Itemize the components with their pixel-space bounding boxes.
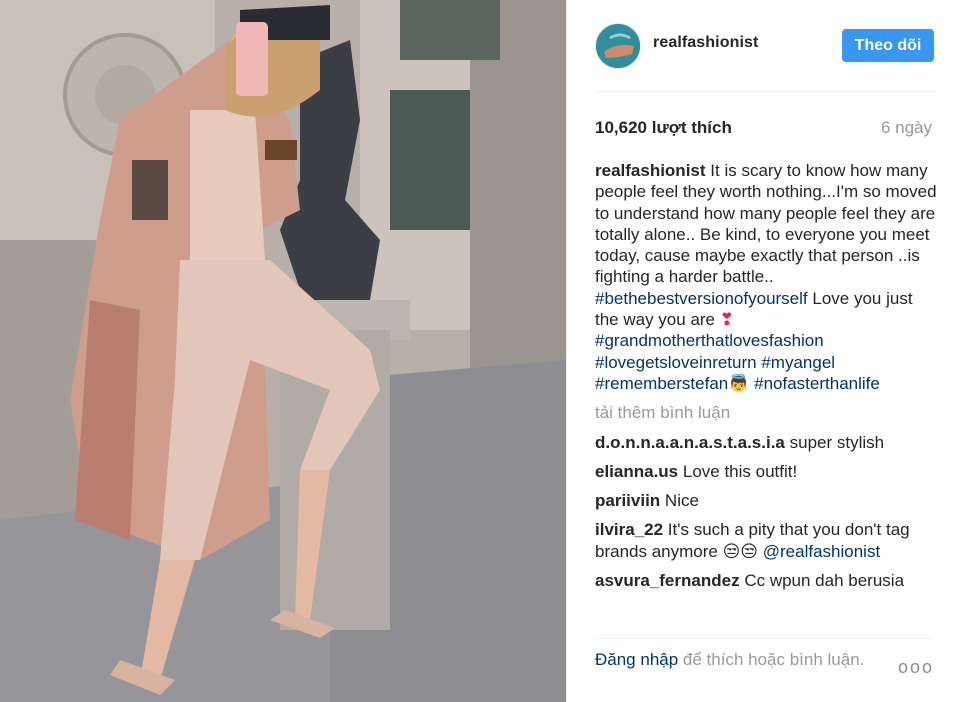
hashtag-link[interactable]: #lovegetsloveinreturn — [595, 353, 757, 372]
comment-text: Love this outfit! — [682, 461, 798, 481]
avatar[interactable] — [595, 23, 641, 69]
comment-item: elianna.us Love this outfit! — [595, 461, 940, 482]
hashtag-link[interactable]: #grandmotherthatlovesfashion — [595, 331, 824, 350]
post-caption: realfashionist It is scary to know how m… — [595, 160, 940, 394]
post-author-username[interactable]: realfashionist — [653, 34, 758, 52]
comment-item: pariiviin Nice — [595, 490, 940, 511]
fashion-photo-illustration — [0, 0, 566, 702]
comment-text: super stylish — [789, 432, 885, 452]
post-side-panel: realfashionist Theo dõi 10,620 lượt thíc… — [566, 0, 960, 702]
load-more-comments-link[interactable]: tải thêm bình luận — [595, 402, 940, 423]
more-options-icon[interactable]: ooo — [898, 657, 934, 678]
follow-button[interactable]: Theo dõi — [842, 29, 934, 62]
comment-username[interactable]: ilvira_22 — [595, 520, 663, 539]
comments-list[interactable]: realfashionist It is scary to know how m… — [595, 160, 940, 630]
likes-count[interactable]: 10,620 lượt thích — [595, 118, 732, 138]
comment-username[interactable]: d.o.n.n.a.a.n.a.s.t.a.s.i.a — [595, 433, 785, 452]
comment-item: d.o.n.n.a.a.n.a.s.t.a.s.i.a super stylis… — [595, 432, 940, 453]
login-link[interactable]: Đăng nhập — [595, 650, 678, 669]
hashtag-link[interactable]: #rememberstefan — [595, 374, 728, 393]
post-photo[interactable] — [0, 0, 566, 702]
comment-text: Cc wpun dah berusia — [744, 571, 905, 591]
comment-text: Nice — [664, 491, 699, 511]
post-footer: Đăng nhập để thích hoặc bình luận. ooo — [595, 638, 934, 702]
likes-row: 10,620 lượt thích 6 ngày — [595, 116, 932, 140]
login-prompt-text: để thích hoặc bình luận. — [682, 650, 865, 669]
comment-item: asvura_fernandez Cc wpun dah berusia — [595, 570, 940, 591]
hashtag-link[interactable]: #myangel — [761, 353, 835, 372]
mention-link[interactable]: @realfashionist — [763, 542, 880, 561]
hashtag-link[interactable]: #bethebestversionofyourself — [595, 289, 808, 308]
comment-username[interactable]: pariiviin — [595, 491, 660, 510]
caption-username[interactable]: realfashionist — [595, 161, 706, 180]
avatar-image-icon — [596, 24, 640, 68]
hashtag-link[interactable]: #nofasterthanlife — [754, 374, 880, 393]
post-header: realfashionist Theo dõi — [567, 0, 960, 92]
comment-username[interactable]: elianna.us — [595, 462, 678, 481]
heart-exclamation-icon: ❣ — [719, 310, 734, 330]
angel-emoji-icon: 👼 — [728, 373, 750, 393]
post-time-ago[interactable]: 6 ngày — [881, 118, 932, 138]
comment-username[interactable]: asvura_fernandez — [595, 571, 740, 590]
header-divider — [595, 91, 935, 92]
login-prompt: Đăng nhập để thích hoặc bình luận. — [595, 649, 885, 671]
comment-item: ilvira_22 It's such a pity that you don'… — [595, 519, 940, 562]
